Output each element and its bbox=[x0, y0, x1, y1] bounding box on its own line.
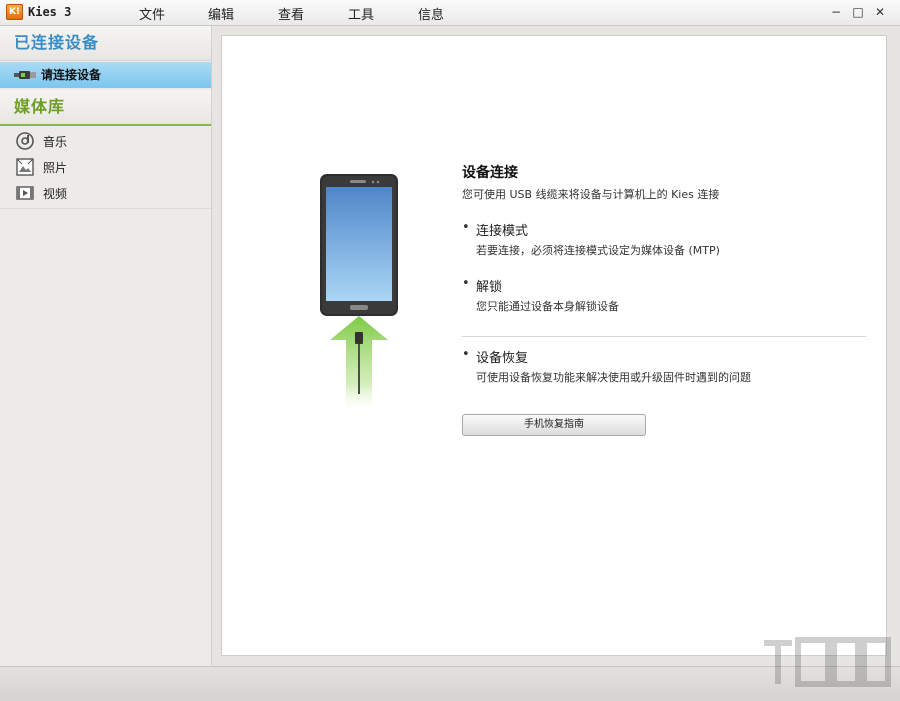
main-area: 设备连接 您可使用 USB 线缆来将设备与计算机上的 Kies 连接 连接模式 … bbox=[212, 26, 900, 666]
bullet-title: 设备恢复 bbox=[476, 351, 529, 366]
device-recovery-item: 设备恢复 可使用设备恢复功能来解决使用或升级固件时遇到的问题 bbox=[462, 347, 866, 385]
bullet-desc: 若要连接，必须将连接模式设定为媒体设备 (MTP) bbox=[476, 244, 720, 257]
sidebar-item-label: 请连接设备 bbox=[41, 68, 102, 82]
bullet-desc: 可使用设备恢复功能来解决使用或升级固件时遇到的问题 bbox=[476, 371, 751, 384]
menu-view[interactable]: 查看 bbox=[278, 4, 304, 23]
device-connection-panel: 设备连接 您可使用 USB 线缆来将设备与计算机上的 Kies 连接 连接模式 … bbox=[221, 35, 887, 656]
menu-info[interactable]: 信息 bbox=[418, 4, 444, 23]
connection-mode-item: 连接模式 若要连接，必须将连接模式设定为媒体设备 (MTP) bbox=[462, 220, 866, 258]
usb-cable-icon bbox=[14, 71, 36, 79]
media-library-header: 媒体库 bbox=[0, 90, 211, 126]
video-icon bbox=[16, 186, 34, 200]
sidebar: 已连接设备 请连接设备 媒体库 音乐 照片 视频 bbox=[0, 26, 212, 666]
bullet-title: 解锁 bbox=[476, 280, 503, 295]
sidebar-item-label: 音乐 bbox=[43, 134, 68, 149]
bullet-title: 连接模式 bbox=[476, 224, 529, 239]
title-bar: K! Kies 3 文件 编辑 查看 工具 信息 − □ ✕ bbox=[0, 0, 900, 26]
page-description: 您可使用 USB 线缆来将设备与计算机上的 Kies 连接 bbox=[462, 188, 720, 201]
minimize-button[interactable]: − bbox=[826, 3, 846, 21]
music-icon bbox=[16, 132, 34, 150]
connected-devices-header: 已连接设备 bbox=[0, 26, 211, 61]
library-list: 音乐 照片 视频 bbox=[0, 126, 211, 209]
menu-tools[interactable]: 工具 bbox=[348, 4, 374, 23]
phone-connect-illustration-icon bbox=[320, 174, 398, 414]
phone-recovery-guide-button[interactable]: 手机恢复指南 bbox=[462, 414, 646, 436]
bullet-desc: 您只能通过设备本身解锁设备 bbox=[476, 300, 619, 313]
divider bbox=[462, 336, 866, 337]
page-title: 设备连接 bbox=[462, 165, 518, 181]
sidebar-item-label: 视频 bbox=[43, 186, 68, 201]
app-title: Kies 3 bbox=[28, 5, 72, 19]
photo-icon bbox=[16, 158, 34, 176]
close-button[interactable]: ✕ bbox=[870, 3, 890, 21]
sidebar-item-photos[interactable]: 照片 bbox=[0, 154, 211, 180]
unlock-item: 解锁 您只能通过设备本身解锁设备 bbox=[462, 276, 866, 314]
menu-file[interactable]: 文件 bbox=[139, 4, 165, 23]
connection-info: 设备连接 您可使用 USB 线缆来将设备与计算机上的 Kies 连接 连接模式 … bbox=[462, 162, 866, 385]
sidebar-item-music[interactable]: 音乐 bbox=[0, 128, 211, 154]
sidebar-item-connect-device[interactable]: 请连接设备 bbox=[0, 62, 211, 88]
watermark-logo-icon bbox=[764, 637, 891, 687]
sidebar-item-videos[interactable]: 视频 bbox=[0, 180, 211, 206]
sidebar-item-label: 照片 bbox=[43, 160, 68, 175]
maximize-button[interactable]: □ bbox=[848, 3, 868, 21]
menu-edit[interactable]: 编辑 bbox=[208, 4, 234, 23]
kies-logo-icon: K! bbox=[6, 4, 23, 20]
